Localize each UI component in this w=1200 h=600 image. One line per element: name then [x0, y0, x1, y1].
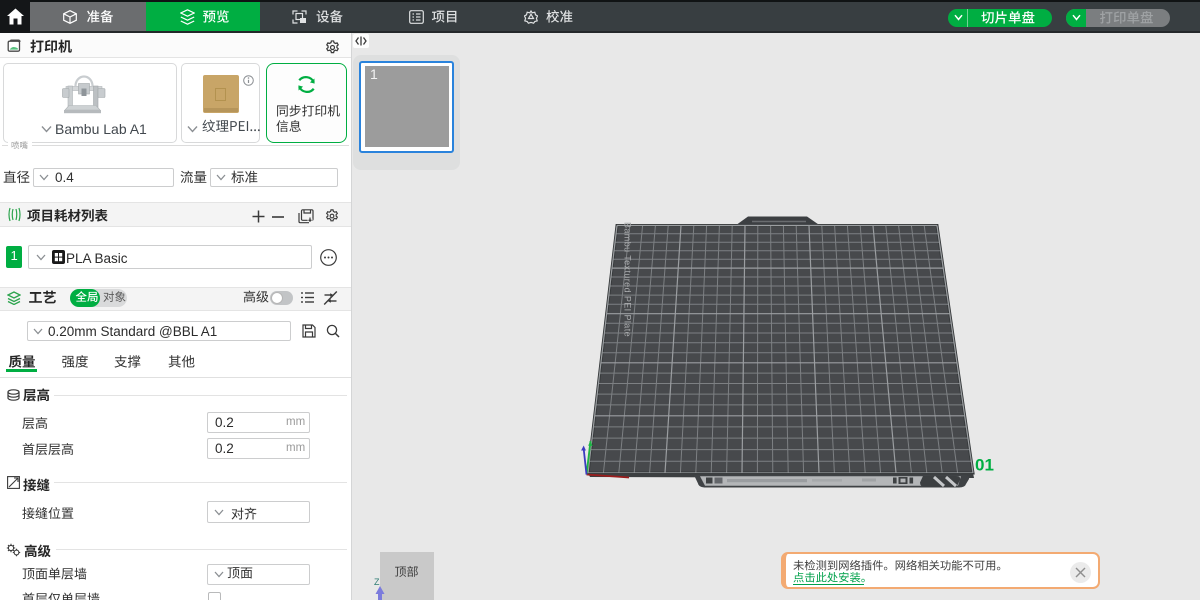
svg-text:01: 01	[975, 456, 994, 475]
svg-text:Z: Z	[374, 577, 380, 587]
svg-text:Bambu Textured PEI Plate: Bambu Textured PEI Plate	[623, 222, 633, 337]
